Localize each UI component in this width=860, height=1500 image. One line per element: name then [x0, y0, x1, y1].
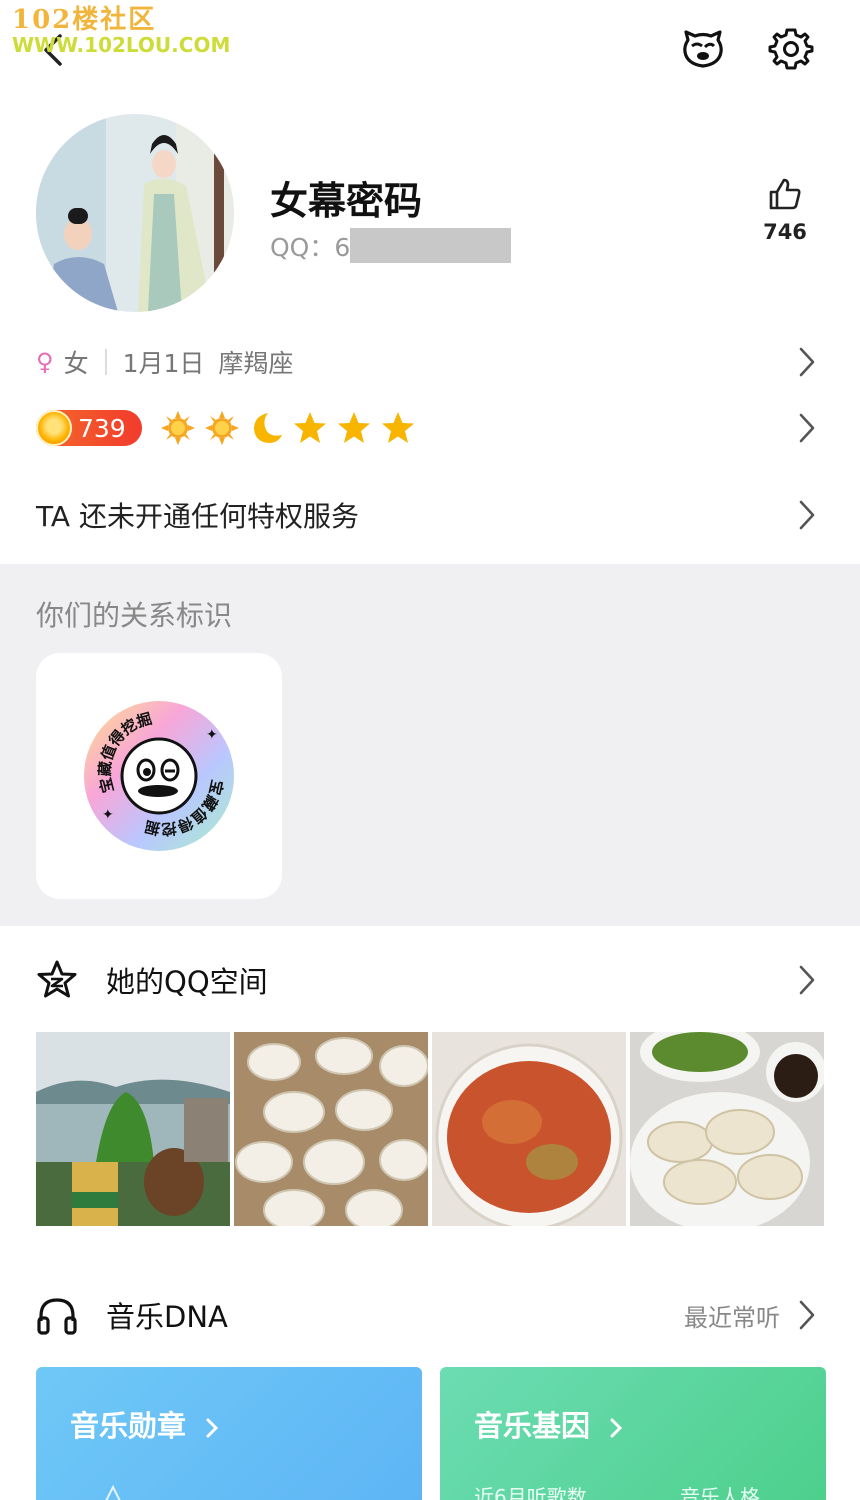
recent-listen-label: 最近常听: [684, 1303, 780, 1332]
relationship-badge-icon: 宝藏值得挖掘 宝藏值得挖掘 ✦ ✦: [84, 701, 234, 851]
svg-text:✦: ✦: [102, 807, 114, 823]
thumbs-up-icon: [769, 178, 801, 210]
chevron-right-icon: [610, 1418, 623, 1438]
female-icon: ♀: [36, 348, 54, 376]
chevron-right-icon: [799, 965, 815, 995]
profile-info-row[interactable]: ♀ 女 1月1日 摩羯座: [36, 340, 826, 384]
music-dna-title: 音乐DNA: [106, 1300, 228, 1334]
qzone-photo[interactable]: [432, 1032, 626, 1226]
sun-icon: [204, 410, 240, 446]
music-gene-title: 音乐基因: [474, 1403, 624, 1445]
qzone-photo[interactable]: [630, 1032, 824, 1226]
gear-icon: [768, 28, 814, 70]
watermark-url: WWW.102LOU.COM: [12, 33, 231, 57]
chevron-right-icon: [799, 413, 815, 443]
zodiac: 摩羯座: [218, 349, 294, 378]
like-button[interactable]: 746: [760, 176, 810, 256]
chevron-right-icon: [799, 1300, 815, 1330]
medal-shape-icon: [105, 1485, 121, 1500]
qzone-photo[interactable]: [234, 1032, 428, 1226]
qzone-star-icon: [37, 960, 77, 998]
chevron-right-icon: [799, 500, 815, 530]
music-medal-label: 音乐勋章: [70, 1409, 187, 1443]
qq-number: QQ：6: [270, 233, 351, 262]
settings-button[interactable]: [768, 26, 814, 72]
music-dna-row[interactable]: 音乐DNA 最近常听: [36, 1290, 826, 1340]
songs-6-months-label: 近6月听歌数: [474, 1485, 587, 1500]
sun-icon: [160, 410, 196, 446]
pet-button[interactable]: [680, 26, 726, 72]
qzone-title: 她的QQ空间: [106, 965, 268, 999]
music-gene-label: 音乐基因: [474, 1409, 591, 1443]
relationship-title: 你们的关系标识: [36, 599, 233, 632]
birthday: 1月1日: [122, 349, 205, 378]
nickname: 女幕密码: [270, 179, 423, 223]
chevron-right-icon: [206, 1418, 219, 1438]
moon-icon: [248, 410, 284, 446]
gender-text: 女: [63, 349, 89, 378]
chevron-right-icon: [799, 347, 815, 377]
music-personality-label: 音乐人格: [680, 1485, 760, 1500]
svg-text:✦: ✦: [206, 727, 218, 743]
level-row[interactable]: 739: [36, 404, 826, 452]
avatar-image: [36, 114, 234, 312]
like-count: 746: [763, 220, 807, 244]
qzone-photo[interactable]: [36, 1032, 230, 1226]
level-coin-icon: [36, 410, 72, 446]
avatar[interactable]: [36, 114, 234, 312]
music-medal-title: 音乐勋章: [70, 1403, 220, 1445]
relationship-section: 你们的关系标识 宝藏值得挖掘 宝藏值得挖掘 ✦ ✦: [0, 564, 860, 926]
privilege-row[interactable]: TA 还未开通任何特权服务: [36, 490, 826, 540]
privilege-text: TA 还未开通任何特权服务: [36, 500, 359, 533]
watermark-title: 102楼社区: [12, 5, 157, 35]
level-number: 739: [78, 413, 126, 443]
music-medal-card[interactable]: 音乐勋章: [36, 1367, 422, 1500]
star-icon: [336, 410, 372, 446]
star-icon: [380, 410, 416, 446]
watermark: 102楼社区 WWW.102LOU.COM: [12, 6, 230, 56]
level-icons: [160, 410, 416, 446]
divider: [104, 349, 107, 375]
headphones-icon: [37, 1298, 77, 1335]
qq-number-mask: [350, 228, 511, 263]
qzone-row[interactable]: 她的QQ空间: [36, 955, 826, 1005]
relationship-badge-card[interactable]: 宝藏值得挖掘 宝藏值得挖掘 ✦ ✦: [36, 653, 282, 899]
star-icon: [292, 410, 328, 446]
qzone-photos: [36, 1032, 825, 1226]
music-gene-card[interactable]: 音乐基因 近6月听歌数 音乐人格: [440, 1367, 826, 1500]
level-badge: 739: [36, 410, 142, 446]
pet-face-icon: [683, 30, 723, 68]
